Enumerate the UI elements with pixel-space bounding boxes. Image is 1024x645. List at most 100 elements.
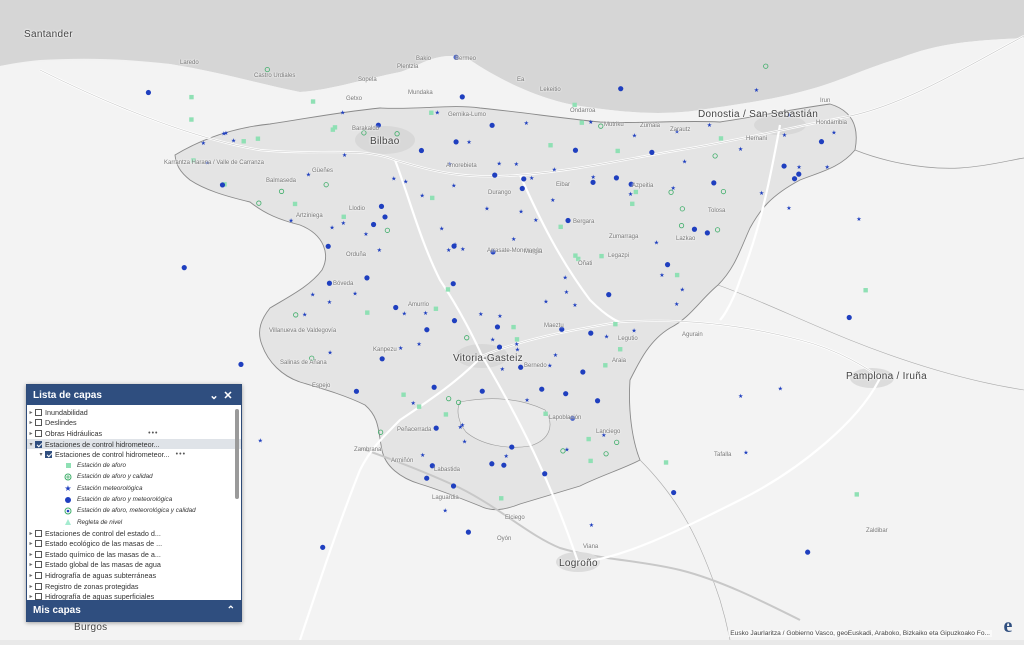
weather-station-marker[interactable]: ★ bbox=[552, 166, 557, 173]
weather-station-marker[interactable]: ★ bbox=[420, 452, 425, 459]
flow-weather-station-marker[interactable] bbox=[479, 388, 485, 394]
flow-weather-station-marker[interactable] bbox=[418, 147, 425, 154]
weather-station-marker[interactable]: ★ bbox=[524, 397, 529, 404]
layer-checkbox[interactable] bbox=[35, 408, 42, 416]
layer-row[interactable]: ▸ Estado ecológico de las masas de ... bbox=[27, 538, 241, 549]
weather-station-marker[interactable]: ★ bbox=[778, 385, 783, 392]
flow-weather-station-marker[interactable] bbox=[378, 203, 385, 209]
flow-weather-station-marker[interactable] bbox=[519, 185, 525, 192]
layer-checkbox[interactable] bbox=[35, 419, 42, 427]
collapse-icon[interactable]: ⌄ bbox=[207, 389, 221, 402]
weather-station-marker[interactable]: ★ bbox=[306, 172, 311, 179]
weather-station-marker[interactable]: ★ bbox=[831, 130, 836, 137]
layer-row[interactable]: ▸ Estado químico de las masas de a... bbox=[27, 549, 241, 560]
weather-station-marker[interactable]: ★ bbox=[654, 240, 659, 247]
flow-station-marker[interactable] bbox=[332, 125, 338, 130]
weather-station-marker[interactable]: ★ bbox=[825, 164, 830, 171]
sublayer-row[interactable]: ▾ Estaciones de control hidrometeor... ••• bbox=[27, 449, 241, 460]
weather-station-marker[interactable]: ★ bbox=[458, 424, 463, 431]
flow-station-marker[interactable] bbox=[617, 347, 623, 352]
expand-up-icon[interactable]: ⌃ bbox=[227, 605, 235, 616]
flow-station-marker[interactable] bbox=[292, 201, 298, 207]
weather-station-marker[interactable]: ★ bbox=[564, 289, 569, 296]
flow-weather-station-marker[interactable] bbox=[326, 280, 333, 286]
flow-station-marker[interactable] bbox=[241, 139, 246, 144]
layer-menu-icon[interactable]: ••• bbox=[148, 430, 158, 437]
expand-arrow-icon[interactable]: ▸ bbox=[27, 561, 35, 568]
layer-row[interactable]: ▸ Hidrografía de aguas subterráneas bbox=[27, 570, 241, 581]
flow-weather-station-marker[interactable] bbox=[588, 330, 594, 336]
flow-weather-station-marker[interactable] bbox=[613, 175, 620, 181]
flow-weather-station-marker[interactable] bbox=[572, 147, 579, 153]
weather-station-marker[interactable]: ★ bbox=[497, 313, 502, 320]
weather-station-marker[interactable]: ★ bbox=[782, 132, 787, 139]
flow-weather-station-marker[interactable] bbox=[494, 324, 501, 330]
flow-weather-station-marker[interactable] bbox=[805, 549, 811, 555]
weather-station-marker[interactable]: ★ bbox=[439, 226, 444, 233]
flow-station-marker[interactable] bbox=[443, 412, 449, 417]
weather-station-marker[interactable]: ★ bbox=[514, 161, 519, 168]
flow-weather-station-marker[interactable] bbox=[379, 356, 385, 362]
flow-station-marker[interactable] bbox=[588, 458, 593, 464]
flow-weather-station-marker[interactable] bbox=[781, 163, 787, 169]
weather-station-marker[interactable]: ★ bbox=[500, 366, 505, 373]
weather-station-marker[interactable]: ★ bbox=[451, 182, 456, 189]
flow-weather-station-marker[interactable] bbox=[518, 364, 524, 370]
flow-weather-station-marker[interactable] bbox=[453, 139, 459, 145]
weather-station-marker[interactable]: ★ bbox=[529, 175, 534, 182]
expand-arrow-icon[interactable]: ▸ bbox=[27, 583, 35, 590]
expand-arrow-icon[interactable]: ▸ bbox=[27, 419, 35, 426]
flow-station-marker[interactable] bbox=[310, 99, 316, 104]
weather-station-marker[interactable]: ★ bbox=[631, 328, 636, 335]
weather-station-marker[interactable]: ★ bbox=[604, 333, 609, 340]
flow-weather-station-marker[interactable] bbox=[649, 149, 655, 155]
layer-row[interactable]: ▾ Estaciones de control hidrometeor... bbox=[27, 438, 241, 450]
flow-weather-station-marker[interactable] bbox=[364, 275, 370, 281]
weather-station-marker[interactable]: ★ bbox=[562, 274, 567, 281]
flow-station-marker[interactable] bbox=[189, 94, 194, 100]
flow-station-marker[interactable] bbox=[633, 189, 639, 195]
flow-station-marker[interactable] bbox=[189, 117, 194, 122]
weather-station-marker[interactable]: ★ bbox=[759, 190, 764, 197]
weather-station-marker[interactable]: ★ bbox=[340, 109, 345, 116]
weather-station-marker[interactable]: ★ bbox=[589, 522, 594, 529]
flow-weather-station-marker[interactable] bbox=[145, 89, 152, 96]
weather-station-marker[interactable]: ★ bbox=[533, 217, 538, 224]
weather-station-marker[interactable]: ★ bbox=[632, 133, 637, 140]
weather-station-marker[interactable]: ★ bbox=[564, 446, 569, 453]
layer-row[interactable]: ▸ Registro de zonas protegidas bbox=[27, 581, 241, 592]
weather-station-marker[interactable]: ★ bbox=[310, 292, 315, 299]
weather-station-marker[interactable]: ★ bbox=[786, 205, 791, 212]
weather-station-marker[interactable]: ★ bbox=[460, 246, 465, 253]
weather-station-marker[interactable]: ★ bbox=[341, 220, 346, 227]
weather-station-marker[interactable]: ★ bbox=[674, 301, 679, 308]
weather-station-marker[interactable]: ★ bbox=[288, 218, 293, 225]
weather-station-marker[interactable]: ★ bbox=[680, 287, 685, 294]
flow-weather-station-marker[interactable] bbox=[594, 398, 601, 404]
expand-arrow-icon[interactable]: ▸ bbox=[27, 572, 35, 579]
flow-weather-station-marker[interactable] bbox=[219, 182, 226, 188]
collapse-arrow-icon[interactable]: ▾ bbox=[37, 451, 45, 458]
flow-weather-station-marker[interactable] bbox=[492, 172, 498, 178]
flow-weather-station-marker[interactable] bbox=[382, 214, 388, 220]
flow-weather-station-marker[interactable] bbox=[489, 122, 495, 128]
expand-arrow-icon[interactable]: ▸ bbox=[27, 540, 35, 547]
weather-station-marker[interactable]: ★ bbox=[391, 175, 396, 182]
weather-station-marker[interactable]: ★ bbox=[327, 349, 332, 356]
flow-station-marker[interactable] bbox=[663, 460, 669, 465]
layer-list-scrollbar[interactable] bbox=[235, 409, 239, 499]
weather-station-marker[interactable]: ★ bbox=[796, 164, 801, 171]
flow-weather-station-marker[interactable] bbox=[451, 318, 458, 324]
flow-weather-station-marker[interactable] bbox=[238, 361, 244, 367]
flow-weather-station-marker[interactable] bbox=[565, 217, 571, 224]
expand-arrow-icon[interactable]: ▸ bbox=[27, 530, 35, 537]
flow-weather-station-marker[interactable] bbox=[450, 281, 456, 287]
layer-checkbox[interactable] bbox=[35, 561, 42, 569]
flow-station-marker[interactable] bbox=[558, 224, 563, 230]
flow-station-marker[interactable] bbox=[863, 288, 868, 293]
flow-station-marker[interactable] bbox=[514, 337, 520, 342]
flow-weather-station-marker[interactable] bbox=[424, 327, 430, 333]
weather-station-marker[interactable]: ★ bbox=[342, 152, 347, 159]
flow-weather-station-marker[interactable] bbox=[489, 461, 495, 467]
layer-checkbox[interactable] bbox=[35, 529, 42, 537]
